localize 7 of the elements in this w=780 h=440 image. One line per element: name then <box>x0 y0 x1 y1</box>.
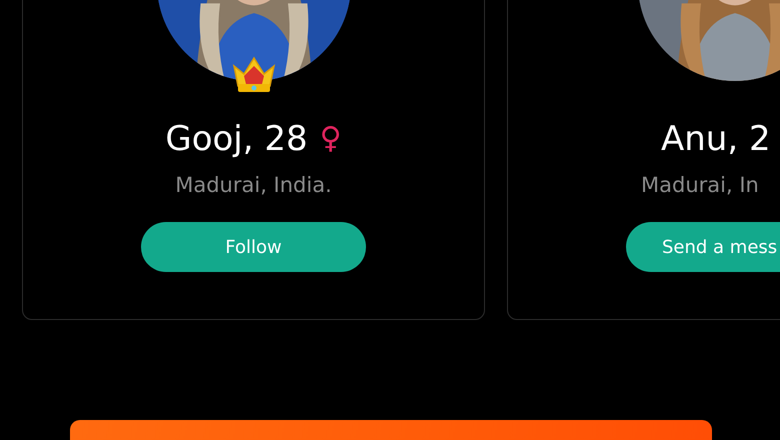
message-button[interactable]: Send a mess <box>626 222 780 272</box>
profile-name: Anu, 2 <box>661 119 771 159</box>
profile-location: Madurai, In <box>641 173 760 197</box>
profile-name: Gooj, 28 <box>165 119 308 159</box>
profile-location: Madurai, India. <box>175 173 332 197</box>
female-icon: ♀ <box>320 124 342 154</box>
follow-button[interactable]: Follow <box>141 222 366 272</box>
